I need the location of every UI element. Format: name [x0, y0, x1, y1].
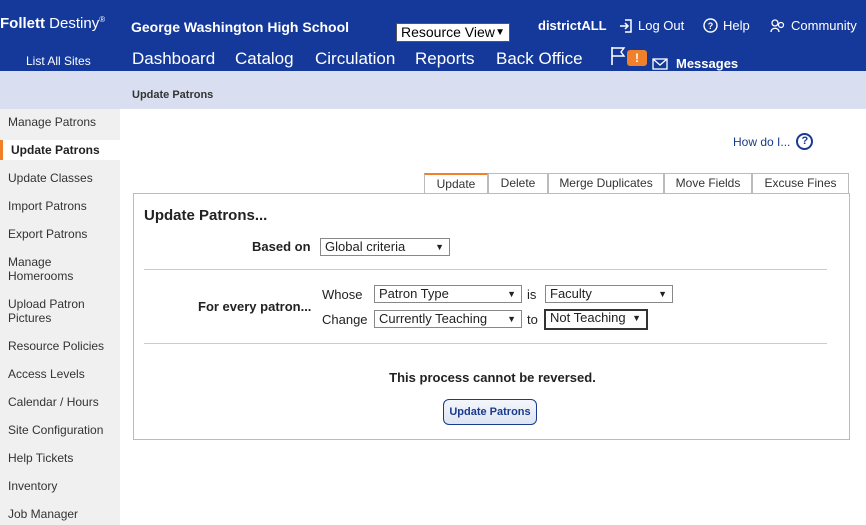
logo-brand: Follett — [0, 15, 45, 32]
sidebar-item-resource-policies[interactable]: Resource Policies — [8, 339, 116, 353]
sidebar-item-upload-patron-pictures[interactable]: Upload Patron Pictures — [8, 297, 98, 325]
nav-back-office[interactable]: Back Office — [483, 49, 595, 76]
community-label: Community — [791, 18, 857, 33]
sidebar-item-inventory[interactable]: Inventory — [8, 479, 116, 493]
sidebar-item-import-patrons[interactable]: Import Patrons — [8, 199, 116, 213]
tab-delete[interactable]: Delete — [488, 173, 548, 194]
sidebar-item-help-tickets[interactable]: Help Tickets — [8, 451, 116, 465]
update-patrons-button[interactable]: Update Patrons — [443, 399, 537, 425]
sidebar-item-calendar-hours[interactable]: Calendar / Hours — [8, 395, 116, 409]
alert-badge: ! — [627, 50, 647, 66]
chevron-down-icon: ▼ — [435, 242, 444, 252]
sidebar-item-manage-patrons[interactable]: Manage Patrons — [8, 115, 116, 129]
school-name: George Washington High School — [131, 19, 350, 35]
whose-field-select[interactable]: Patron Type ▼ — [374, 285, 522, 303]
to-value: Not Teaching — [550, 310, 626, 325]
sidebar-item-site-configuration[interactable]: Site Configuration — [8, 423, 116, 437]
chevron-down-icon: ▼ — [495, 27, 505, 38]
nav-reports[interactable]: Reports — [415, 49, 475, 69]
based-on-value: Global criteria — [325, 239, 406, 254]
breadcrumb: Update Patrons — [132, 89, 214, 101]
whose-label: Whose — [322, 287, 363, 302]
update-patrons-panel: Update Patrons... Based on Global criter… — [133, 193, 850, 440]
resource-view-value: Resource View — [401, 24, 495, 40]
tab-update[interactable]: Update — [424, 173, 488, 194]
svg-text:?: ? — [708, 21, 714, 31]
top-header: Follett Destiny® George Washington High … — [0, 0, 866, 76]
how-do-i-label: How do I... — [733, 134, 791, 149]
logo-mark: ® — [99, 15, 106, 24]
question-circle-icon: ? — [703, 18, 718, 33]
nav-dashboard[interactable]: Dashboard — [132, 49, 215, 69]
nav-catalog[interactable]: Catalog — [235, 49, 294, 69]
sidebar-item-manage-homerooms[interactable]: Manage Homerooms — [8, 255, 88, 283]
tab-move-fields[interactable]: Move Fields — [664, 173, 752, 194]
community-link[interactable]: Community — [770, 18, 857, 33]
logo-product: Destiny — [49, 15, 100, 32]
is-value: Faculty — [550, 286, 592, 301]
is-label: is — [527, 287, 537, 302]
follett-destiny-logo[interactable]: Follett Destiny® — [0, 15, 105, 32]
flag-icon[interactable] — [610, 46, 628, 66]
envelope-icon — [652, 57, 668, 70]
question-circle-icon: ? — [796, 133, 814, 150]
district-link[interactable]: districtALL — [538, 18, 607, 33]
whose-field-value: Patron Type — [379, 286, 449, 301]
change-field-select[interactable]: Currently Teaching ▼ — [374, 310, 522, 328]
tab-excuse-fines[interactable]: Excuse Fines — [752, 173, 849, 194]
change-label: Change — [322, 312, 368, 327]
sidebar-item-export-patrons[interactable]: Export Patrons — [8, 227, 116, 241]
chevron-down-icon: ▼ — [507, 314, 516, 324]
based-on-select[interactable]: Global criteria ▼ — [320, 238, 450, 256]
messages-label: Messages — [676, 56, 739, 71]
list-all-sites-link[interactable]: List All Sites — [26, 54, 91, 68]
messages-link[interactable]: Messages — [652, 56, 738, 71]
sidebar-item-update-patrons[interactable]: Update Patrons — [0, 140, 120, 160]
help-link[interactable]: ? Help — [703, 18, 750, 33]
logout-link[interactable]: Log Out — [619, 18, 684, 33]
breadcrumb-bar: Update Patrons — [0, 71, 866, 109]
chevron-down-icon: ▼ — [507, 289, 516, 299]
to-label: to — [527, 312, 538, 327]
resource-view-select[interactable]: Resource View ▼ — [396, 23, 510, 42]
is-value-select[interactable]: Faculty ▼ — [545, 285, 673, 303]
chevron-down-icon: ▼ — [658, 289, 667, 299]
chevron-down-icon: ▼ — [632, 313, 641, 323]
logout-icon — [620, 18, 632, 33]
sidebar-item-access-levels[interactable]: Access Levels — [8, 367, 116, 381]
change-field-value: Currently Teaching — [379, 311, 488, 326]
tab-bar: Update Delete Merge Duplicates Move Fiel… — [424, 173, 849, 194]
for-every-patron-label: For every patron... — [198, 299, 312, 314]
community-icon — [770, 18, 785, 32]
nav-circulation[interactable]: Circulation — [315, 49, 395, 69]
based-on-label: Based on — [252, 239, 311, 254]
tab-merge-duplicates[interactable]: Merge Duplicates — [548, 173, 664, 194]
irreversible-warning: This process cannot be reversed. — [389, 370, 596, 385]
sidebar-item-update-classes[interactable]: Update Classes — [8, 171, 116, 185]
divider — [144, 343, 827, 344]
help-label: Help — [723, 18, 750, 33]
to-value-select[interactable]: Not Teaching ▼ — [544, 309, 648, 330]
how-do-i-link[interactable]: How do I... ? — [733, 133, 814, 150]
divider — [144, 269, 827, 270]
panel-title: Update Patrons... — [144, 207, 268, 224]
sidebar-item-job-manager[interactable]: Job Manager — [8, 507, 116, 521]
sidebar: Manage Patrons Update Patrons Update Cla… — [0, 109, 120, 525]
logout-label: Log Out — [638, 18, 685, 33]
